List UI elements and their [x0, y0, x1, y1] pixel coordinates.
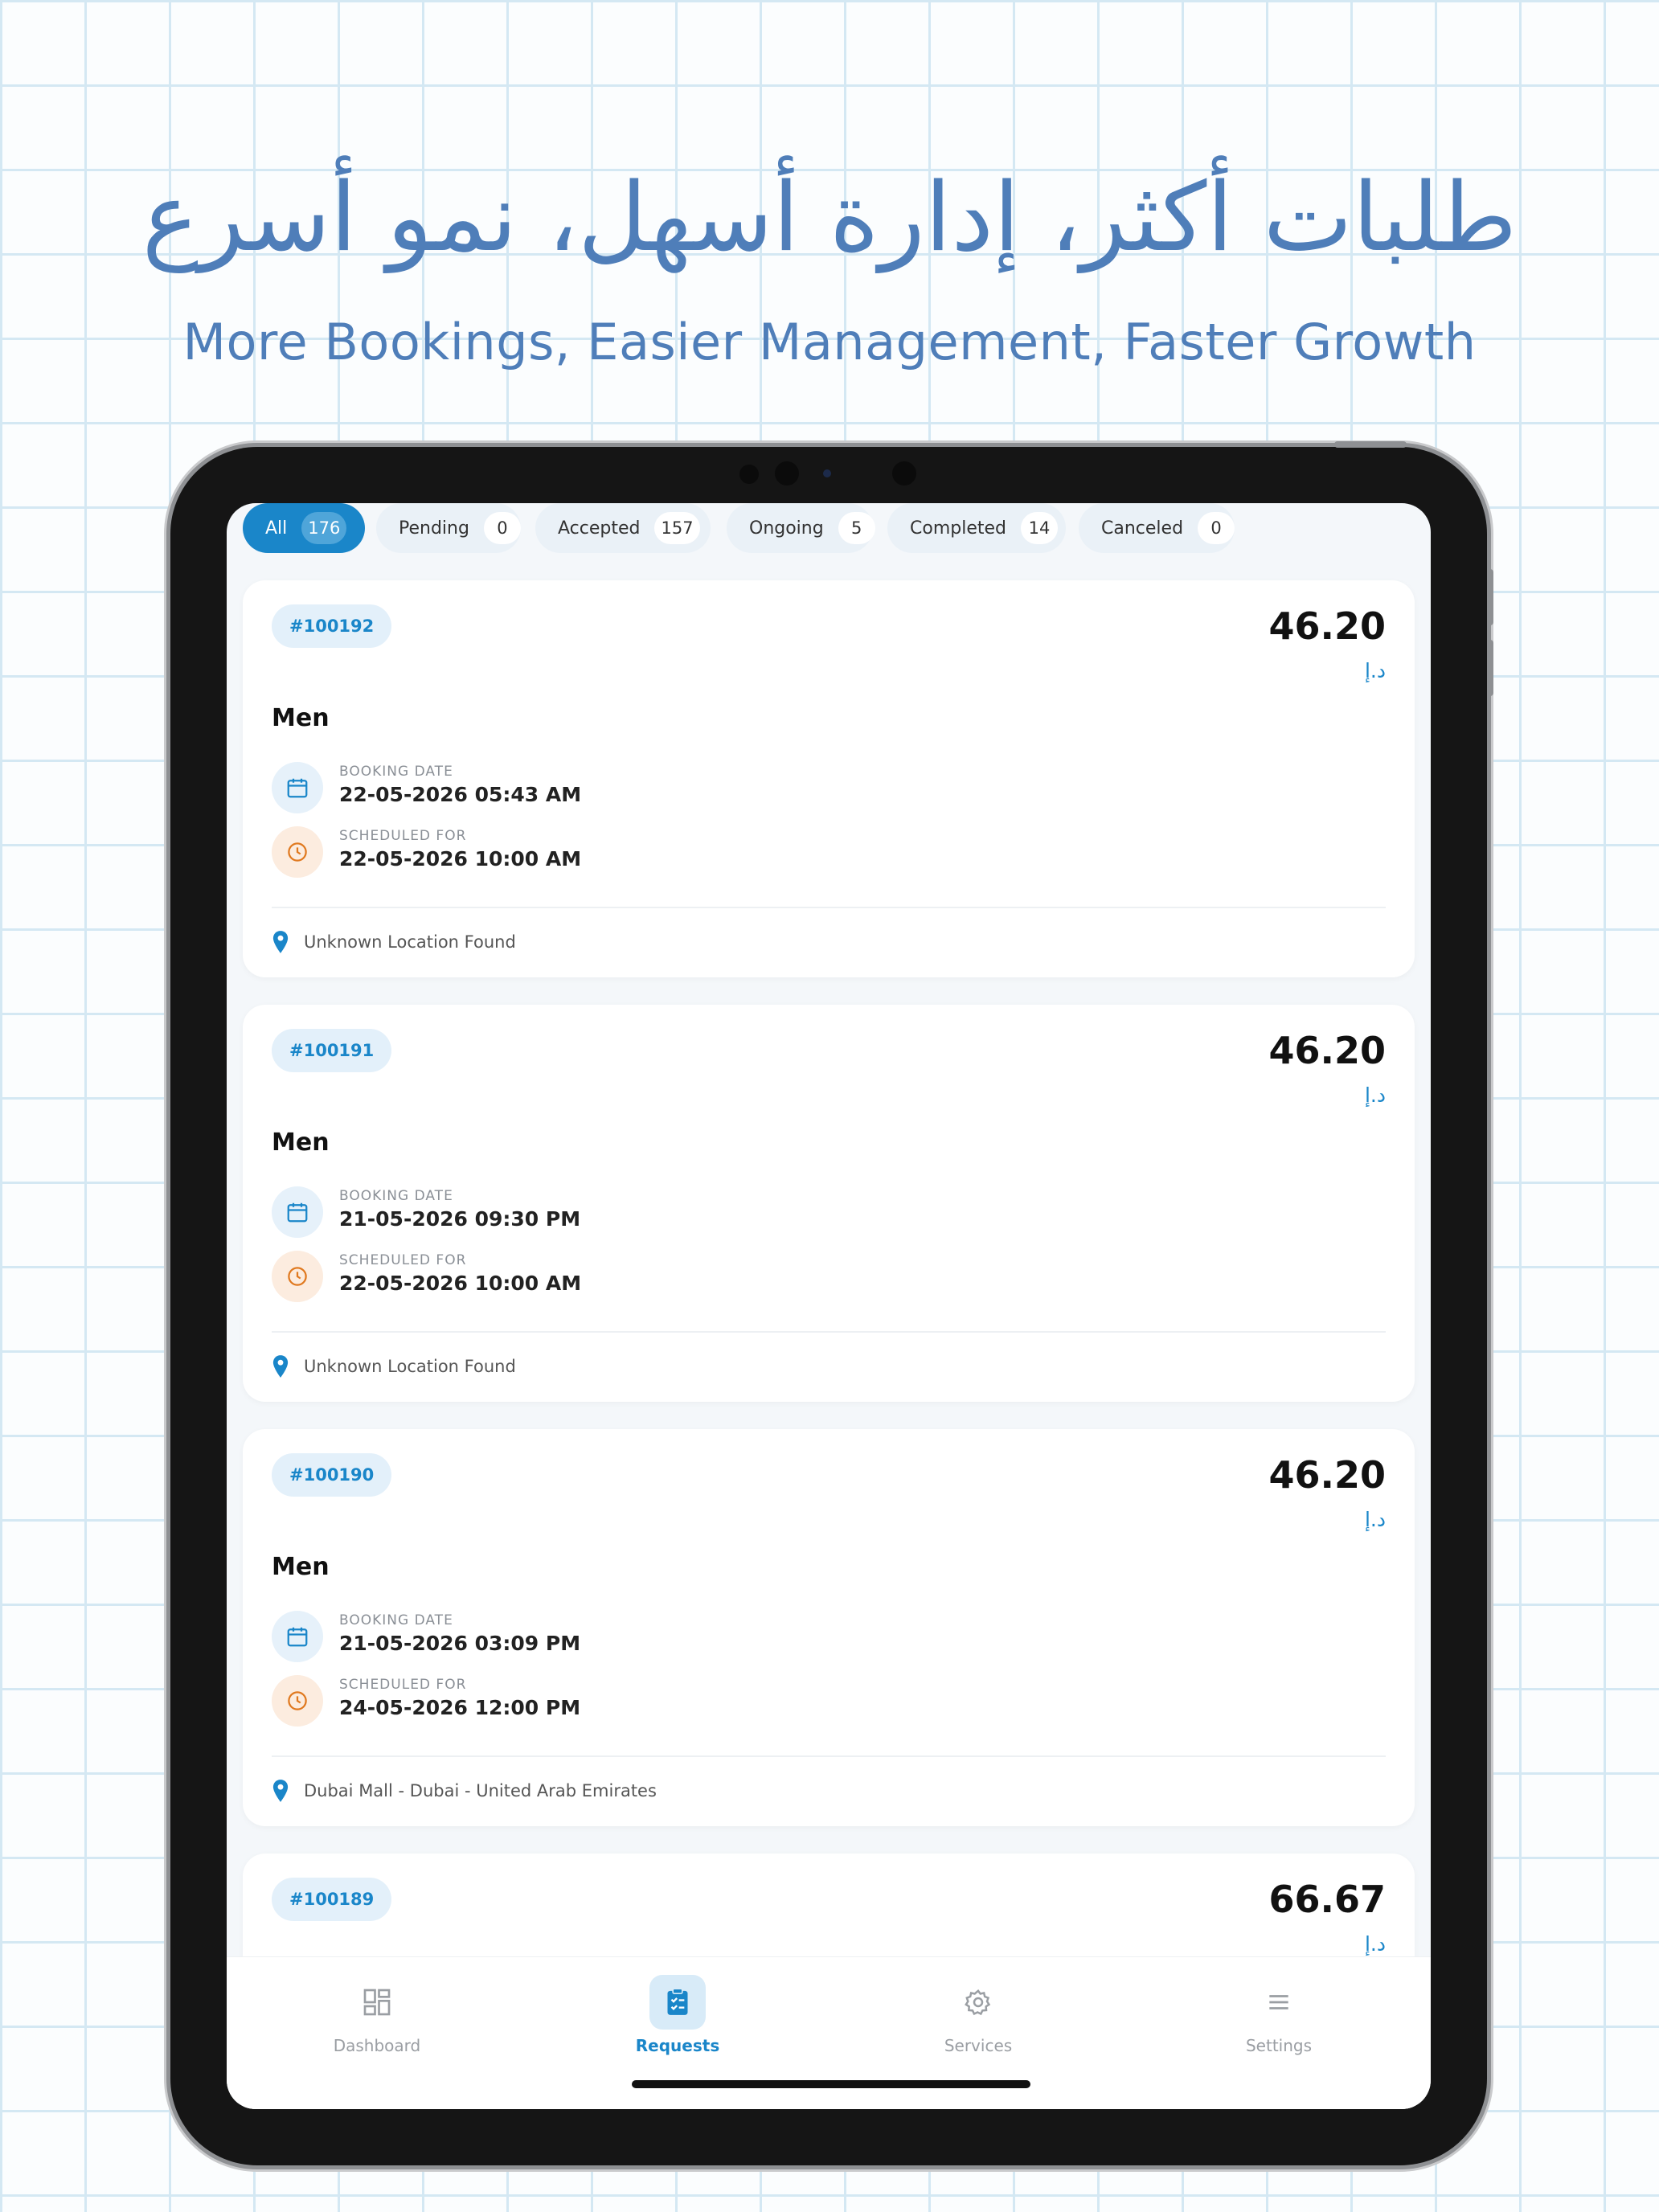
nav-label: Services: [944, 2036, 1013, 2055]
tab-completed[interactable]: Completed 14: [887, 503, 1066, 553]
tab-label: Accepted: [558, 518, 641, 539]
currency-label: د.إ: [1364, 1508, 1386, 1531]
sensor-dot: [739, 465, 759, 484]
tab-ongoing[interactable]: Ongoing 5: [727, 503, 875, 553]
calendar-icon: [272, 1186, 323, 1238]
location-pin-icon: [272, 1355, 289, 1378]
volume-up-button: [1487, 569, 1493, 625]
tab-label: Pending: [399, 518, 469, 539]
divider: [272, 907, 1386, 908]
volume-down-button: [1487, 640, 1493, 696]
booking-card[interactable]: #100191 46.20 د.إ Men BOOKING DATE 21-05…: [243, 1005, 1415, 1402]
booking-price: 46.20: [1268, 604, 1386, 648]
location-pin-icon: [272, 931, 289, 953]
booking-card[interactable]: #100192 46.20 د.إ Men BOOKING DATE 22-05…: [243, 580, 1415, 977]
tab-count: 0: [483, 512, 521, 544]
power-button: [1334, 441, 1407, 448]
camera-indicator: [823, 469, 831, 477]
calendar-icon: [272, 762, 323, 813]
tab-pending[interactable]: Pending 0: [376, 503, 521, 553]
nav-label: Dashboard: [333, 2036, 421, 2055]
gear-icon: [950, 1975, 1006, 2030]
front-camera: [775, 461, 799, 485]
booking-date-label: BOOKING DATE: [339, 764, 453, 780]
nav-label: Requests: [635, 2036, 720, 2055]
booking-date-label: BOOKING DATE: [339, 1188, 453, 1204]
app-screen: All 176 Pending 0 Accepted 157 Ongoing 5…: [227, 503, 1431, 2109]
booking-date-value: 21-05-2026 09:30 PM: [339, 1207, 581, 1231]
location-row: Dubai Mall - Dubai - United Arab Emirate…: [272, 1775, 657, 1807]
location-pin-icon: [272, 1780, 289, 1802]
headline-english: More Bookings, Easier Management, Faster…: [182, 313, 1477, 371]
scheduled-value: 24-05-2026 12:00 PM: [339, 1696, 581, 1719]
scheduled-value: 22-05-2026 10:00 AM: [339, 847, 582, 870]
tab-all[interactable]: All 176: [243, 503, 365, 553]
divider: [272, 1331, 1386, 1333]
booking-date-value: 21-05-2026 03:09 PM: [339, 1632, 581, 1655]
status-filter-tabs: All 176 Pending 0 Accepted 157 Ongoing 5…: [227, 503, 1431, 582]
scheduled-value: 22-05-2026 10:00 AM: [339, 1272, 582, 1295]
location-text: Unknown Location Found: [304, 1357, 516, 1376]
booking-price: 46.20: [1268, 1029, 1386, 1072]
booking-date-label: BOOKING DATE: [339, 1612, 453, 1628]
location-row: Unknown Location Found: [272, 926, 516, 958]
booking-id-badge: #100190: [272, 1453, 392, 1497]
headline-arabic: طلبات أكثر، إدارة أسهل، نمو أسرع: [141, 162, 1518, 272]
currency-label: د.إ: [1364, 659, 1386, 682]
service-name: Men: [272, 1129, 330, 1157]
calendar-icon: [272, 1611, 323, 1662]
booking-id-badge: #100189: [272, 1878, 392, 1921]
clipboard-check-icon: [649, 1975, 706, 2030]
clock-icon: [272, 1675, 323, 1727]
currency-label: د.إ: [1364, 1932, 1386, 1956]
booking-id-badge: #100192: [272, 604, 392, 648]
tab-count: 176: [301, 512, 347, 544]
booking-id-badge: #100191: [272, 1029, 392, 1072]
face-sensor: [892, 461, 916, 485]
tab-count: 5: [838, 512, 875, 544]
clock-icon: [272, 826, 323, 878]
booking-price: 46.20: [1268, 1453, 1386, 1497]
booking-price: 66.67: [1268, 1878, 1386, 1921]
tab-accepted[interactable]: Accepted 157: [535, 503, 711, 553]
scheduled-label: SCHEDULED FOR: [339, 828, 467, 844]
tab-count: 157: [654, 512, 700, 544]
nav-dashboard[interactable]: Dashboard: [227, 1957, 527, 2109]
nav-settings[interactable]: Settings: [1129, 1957, 1429, 2109]
location-row: Unknown Location Found: [272, 1350, 516, 1382]
tab-count: 0: [1198, 512, 1235, 544]
booking-date-value: 22-05-2026 05:43 AM: [339, 783, 582, 806]
service-name: Men: [272, 704, 330, 732]
scheduled-label: SCHEDULED FOR: [339, 1677, 467, 1693]
menu-icon: [1251, 1975, 1307, 2030]
service-name: Men: [272, 1553, 330, 1581]
nav-label: Settings: [1245, 2036, 1313, 2055]
tablet-frame: All 176 Pending 0 Accepted 157 Ongoing 5…: [170, 441, 1493, 2165]
tab-label: All: [265, 518, 288, 539]
tab-canceled[interactable]: Canceled 0: [1079, 503, 1235, 553]
scheduled-label: SCHEDULED FOR: [339, 1252, 467, 1268]
tab-label: Completed: [910, 518, 1006, 539]
tab-count: 14: [1021, 512, 1058, 544]
booking-card[interactable]: #100190 46.20 د.إ Men BOOKING DATE 21-05…: [243, 1429, 1415, 1826]
clock-icon: [272, 1251, 323, 1302]
tab-label: Canceled: [1101, 518, 1184, 539]
divider: [272, 1755, 1386, 1757]
location-text: Unknown Location Found: [304, 932, 516, 952]
tab-label: Ongoing: [749, 518, 824, 539]
dashboard-icon: [349, 1975, 405, 2030]
location-text: Dubai Mall - Dubai - United Arab Emirate…: [304, 1781, 657, 1800]
home-indicator[interactable]: [632, 2080, 1030, 2088]
currency-label: د.إ: [1364, 1083, 1386, 1107]
